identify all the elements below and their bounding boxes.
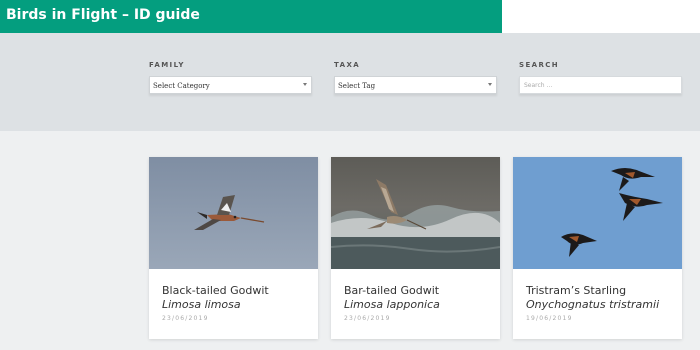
species-card[interactable]: Bar-tailed Godwit Limosa lapponica 23/06… [331, 157, 500, 339]
bird-photo[interactable] [331, 157, 500, 269]
species-card[interactable]: Tristram’s Starling Onychognatus tristra… [513, 157, 682, 339]
post-date: 23/06/2019 [344, 315, 391, 322]
site-title[interactable]: Birds in Flight – ID guide [6, 7, 200, 23]
species-latin-name: Limosa lapponica [344, 298, 440, 311]
post-date: 19/06/2019 [526, 315, 573, 322]
taxa-select[interactable]: Select Tag [334, 76, 497, 94]
family-filter-label: FAMILY [149, 61, 185, 69]
species-common-name[interactable]: Bar-tailed Godwit [344, 284, 439, 297]
species-latin-name: Onychognatus tristramii [526, 298, 660, 311]
species-common-name[interactable]: Tristram’s Starling [526, 284, 626, 297]
post-date: 23/06/2019 [162, 315, 209, 322]
species-latin-name: Limosa limosa [162, 298, 241, 311]
dropdown-caret-icon [303, 83, 307, 86]
search-filter-label: SEARCH [519, 61, 560, 69]
taxa-filter-label: TAXA [334, 61, 361, 69]
taxa-select-value: Select Tag [338, 82, 376, 90]
species-card[interactable]: Black-tailed Godwit Limosa limosa 23/06/… [149, 157, 318, 339]
species-common-name[interactable]: Black-tailed Godwit [162, 284, 269, 297]
search-input[interactable]: Search ... [519, 76, 682, 94]
bird-photo[interactable] [149, 157, 318, 269]
family-select-value: Select Category [153, 82, 210, 90]
site-header: Birds in Flight – ID guide [0, 0, 502, 33]
bird-photo[interactable] [513, 157, 682, 269]
family-select[interactable]: Select Category [149, 76, 312, 94]
search-placeholder: Search ... [524, 82, 553, 89]
dropdown-caret-icon [488, 83, 492, 86]
